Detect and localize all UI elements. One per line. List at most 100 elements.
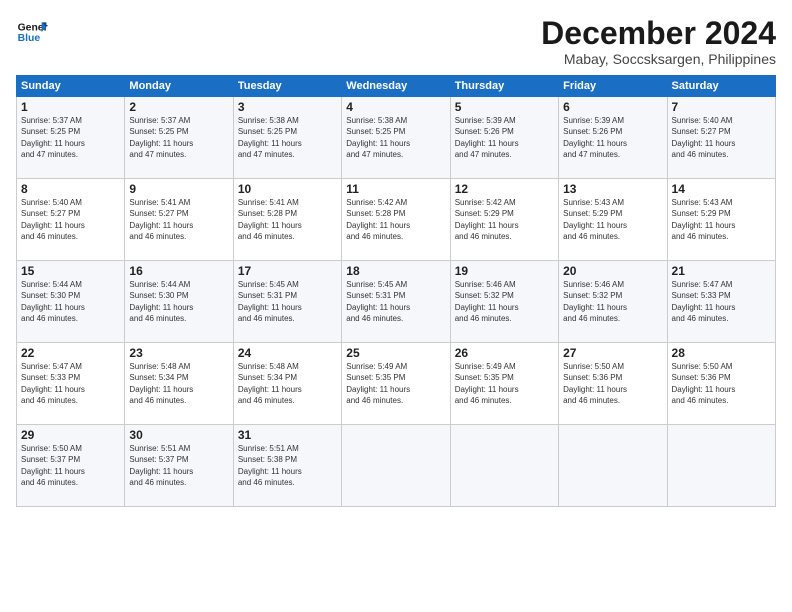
day-number: 7 <box>672 100 771 114</box>
day-number: 16 <box>129 264 228 278</box>
day-info: Sunrise: 5:39 AM Sunset: 5:26 PM Dayligh… <box>563 115 662 160</box>
week-row-4: 22Sunrise: 5:47 AM Sunset: 5:33 PM Dayli… <box>17 343 776 425</box>
col-tuesday: Tuesday <box>233 76 341 97</box>
day-number: 13 <box>563 182 662 196</box>
table-row: 9Sunrise: 5:41 AM Sunset: 5:27 PM Daylig… <box>125 179 233 261</box>
col-sunday: Sunday <box>17 76 125 97</box>
table-row <box>559 425 667 507</box>
table-row: 11Sunrise: 5:42 AM Sunset: 5:28 PM Dayli… <box>342 179 450 261</box>
day-info: Sunrise: 5:40 AM Sunset: 5:27 PM Dayligh… <box>672 115 771 160</box>
day-number: 14 <box>672 182 771 196</box>
day-number: 5 <box>455 100 554 114</box>
table-row: 26Sunrise: 5:49 AM Sunset: 5:35 PM Dayli… <box>450 343 558 425</box>
week-row-2: 8Sunrise: 5:40 AM Sunset: 5:27 PM Daylig… <box>17 179 776 261</box>
day-info: Sunrise: 5:44 AM Sunset: 5:30 PM Dayligh… <box>129 279 228 324</box>
table-row: 27Sunrise: 5:50 AM Sunset: 5:36 PM Dayli… <box>559 343 667 425</box>
day-number: 1 <box>21 100 120 114</box>
day-info: Sunrise: 5:45 AM Sunset: 5:31 PM Dayligh… <box>346 279 445 324</box>
day-number: 12 <box>455 182 554 196</box>
week-row-3: 15Sunrise: 5:44 AM Sunset: 5:30 PM Dayli… <box>17 261 776 343</box>
day-info: Sunrise: 5:44 AM Sunset: 5:30 PM Dayligh… <box>21 279 120 324</box>
day-number: 19 <box>455 264 554 278</box>
table-row: 2Sunrise: 5:37 AM Sunset: 5:25 PM Daylig… <box>125 97 233 179</box>
table-row: 17Sunrise: 5:45 AM Sunset: 5:31 PM Dayli… <box>233 261 341 343</box>
table-row: 4Sunrise: 5:38 AM Sunset: 5:25 PM Daylig… <box>342 97 450 179</box>
day-number: 3 <box>238 100 337 114</box>
day-info: Sunrise: 5:38 AM Sunset: 5:25 PM Dayligh… <box>238 115 337 160</box>
table-row: 14Sunrise: 5:43 AM Sunset: 5:29 PM Dayli… <box>667 179 775 261</box>
day-number: 24 <box>238 346 337 360</box>
table-row: 16Sunrise: 5:44 AM Sunset: 5:30 PM Dayli… <box>125 261 233 343</box>
day-number: 31 <box>238 428 337 442</box>
day-info: Sunrise: 5:41 AM Sunset: 5:28 PM Dayligh… <box>238 197 337 242</box>
table-row: 22Sunrise: 5:47 AM Sunset: 5:33 PM Dayli… <box>17 343 125 425</box>
table-row: 6Sunrise: 5:39 AM Sunset: 5:26 PM Daylig… <box>559 97 667 179</box>
svg-text:Blue: Blue <box>18 33 41 44</box>
day-info: Sunrise: 5:45 AM Sunset: 5:31 PM Dayligh… <box>238 279 337 324</box>
table-row: 13Sunrise: 5:43 AM Sunset: 5:29 PM Dayli… <box>559 179 667 261</box>
main-title: December 2024 <box>541 16 776 51</box>
day-info: Sunrise: 5:50 AM Sunset: 5:36 PM Dayligh… <box>672 361 771 406</box>
table-row: 18Sunrise: 5:45 AM Sunset: 5:31 PM Dayli… <box>342 261 450 343</box>
day-number: 26 <box>455 346 554 360</box>
day-number: 29 <box>21 428 120 442</box>
day-number: 2 <box>129 100 228 114</box>
day-info: Sunrise: 5:43 AM Sunset: 5:29 PM Dayligh… <box>563 197 662 242</box>
table-row: 21Sunrise: 5:47 AM Sunset: 5:33 PM Dayli… <box>667 261 775 343</box>
table-row: 15Sunrise: 5:44 AM Sunset: 5:30 PM Dayli… <box>17 261 125 343</box>
col-wednesday: Wednesday <box>342 76 450 97</box>
day-number: 27 <box>563 346 662 360</box>
table-row: 19Sunrise: 5:46 AM Sunset: 5:32 PM Dayli… <box>450 261 558 343</box>
table-row: 7Sunrise: 5:40 AM Sunset: 5:27 PM Daylig… <box>667 97 775 179</box>
table-row: 12Sunrise: 5:42 AM Sunset: 5:29 PM Dayli… <box>450 179 558 261</box>
table-row: 1Sunrise: 5:37 AM Sunset: 5:25 PM Daylig… <box>17 97 125 179</box>
day-info: Sunrise: 5:48 AM Sunset: 5:34 PM Dayligh… <box>238 361 337 406</box>
col-saturday: Saturday <box>667 76 775 97</box>
table-row: 8Sunrise: 5:40 AM Sunset: 5:27 PM Daylig… <box>17 179 125 261</box>
day-info: Sunrise: 5:48 AM Sunset: 5:34 PM Dayligh… <box>129 361 228 406</box>
day-info: Sunrise: 5:43 AM Sunset: 5:29 PM Dayligh… <box>672 197 771 242</box>
day-number: 22 <box>21 346 120 360</box>
col-friday: Friday <box>559 76 667 97</box>
table-row: 23Sunrise: 5:48 AM Sunset: 5:34 PM Dayli… <box>125 343 233 425</box>
day-number: 25 <box>346 346 445 360</box>
day-number: 30 <box>129 428 228 442</box>
day-number: 28 <box>672 346 771 360</box>
table-row <box>450 425 558 507</box>
table-row: 3Sunrise: 5:38 AM Sunset: 5:25 PM Daylig… <box>233 97 341 179</box>
day-number: 4 <box>346 100 445 114</box>
day-info: Sunrise: 5:40 AM Sunset: 5:27 PM Dayligh… <box>21 197 120 242</box>
table-row: 24Sunrise: 5:48 AM Sunset: 5:34 PM Dayli… <box>233 343 341 425</box>
day-number: 23 <box>129 346 228 360</box>
header: General Blue December 2024 Mabay, Soccsk… <box>16 16 776 67</box>
day-number: 11 <box>346 182 445 196</box>
logo-icon: General Blue <box>16 16 48 48</box>
table-row: 28Sunrise: 5:50 AM Sunset: 5:36 PM Dayli… <box>667 343 775 425</box>
day-number: 9 <box>129 182 228 196</box>
day-info: Sunrise: 5:47 AM Sunset: 5:33 PM Dayligh… <box>21 361 120 406</box>
table-row: 31Sunrise: 5:51 AM Sunset: 5:38 PM Dayli… <box>233 425 341 507</box>
day-info: Sunrise: 5:38 AM Sunset: 5:25 PM Dayligh… <box>346 115 445 160</box>
page: General Blue December 2024 Mabay, Soccsk… <box>0 0 792 612</box>
day-number: 10 <box>238 182 337 196</box>
day-info: Sunrise: 5:37 AM Sunset: 5:25 PM Dayligh… <box>21 115 120 160</box>
day-number: 15 <box>21 264 120 278</box>
day-number: 6 <box>563 100 662 114</box>
sub-title: Mabay, Soccsksargen, Philippines <box>541 51 776 67</box>
day-info: Sunrise: 5:47 AM Sunset: 5:33 PM Dayligh… <box>672 279 771 324</box>
day-info: Sunrise: 5:42 AM Sunset: 5:28 PM Dayligh… <box>346 197 445 242</box>
table-row: 25Sunrise: 5:49 AM Sunset: 5:35 PM Dayli… <box>342 343 450 425</box>
day-info: Sunrise: 5:49 AM Sunset: 5:35 PM Dayligh… <box>455 361 554 406</box>
day-info: Sunrise: 5:50 AM Sunset: 5:36 PM Dayligh… <box>563 361 662 406</box>
table-row: 29Sunrise: 5:50 AM Sunset: 5:37 PM Dayli… <box>17 425 125 507</box>
col-monday: Monday <box>125 76 233 97</box>
day-info: Sunrise: 5:46 AM Sunset: 5:32 PM Dayligh… <box>563 279 662 324</box>
day-number: 18 <box>346 264 445 278</box>
logo: General Blue <box>16 16 48 48</box>
table-row: 20Sunrise: 5:46 AM Sunset: 5:32 PM Dayli… <box>559 261 667 343</box>
day-info: Sunrise: 5:51 AM Sunset: 5:38 PM Dayligh… <box>238 443 337 488</box>
calendar-table: Sunday Monday Tuesday Wednesday Thursday… <box>16 75 776 507</box>
day-info: Sunrise: 5:41 AM Sunset: 5:27 PM Dayligh… <box>129 197 228 242</box>
week-row-5: 29Sunrise: 5:50 AM Sunset: 5:37 PM Dayli… <box>17 425 776 507</box>
table-row: 30Sunrise: 5:51 AM Sunset: 5:37 PM Dayli… <box>125 425 233 507</box>
